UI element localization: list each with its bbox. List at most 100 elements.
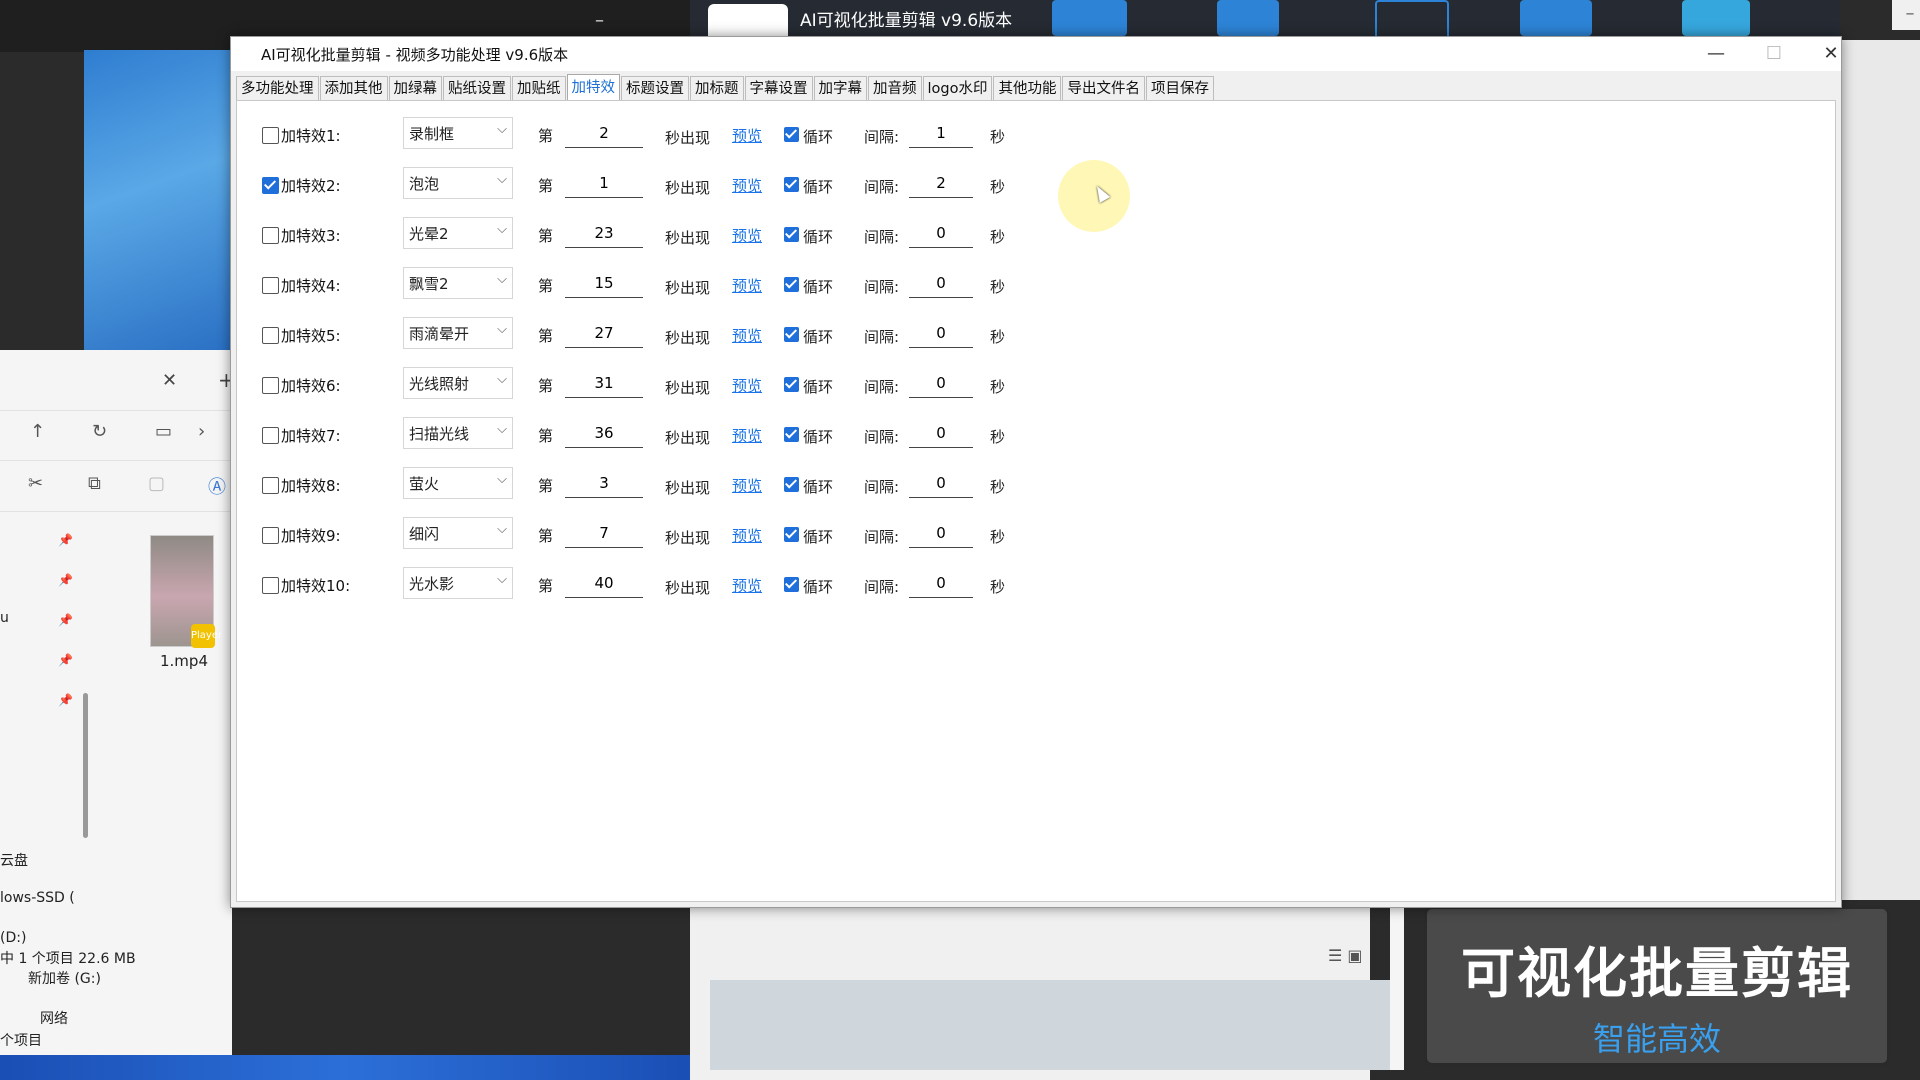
minimize-icon[interactable]: – [1892,0,1920,30]
preview-link[interactable]: 预览 [732,175,762,196]
effect-enable-checkbox[interactable] [262,577,279,594]
file-name[interactable]: 1.mp4 [160,652,208,670]
loop-checkbox[interactable] [784,127,799,142]
sidebar-item[interactable]: u [0,610,9,626]
server-icon[interactable] [1217,0,1279,36]
effect-enable-checkbox[interactable] [262,427,279,444]
effect-enable-checkbox[interactable] [262,377,279,394]
start-second-input[interactable] [565,569,643,598]
view-toggle-icon[interactable]: ☰ ▣ [1328,946,1363,965]
close-icon[interactable]: ✕ [1808,39,1854,69]
paste-icon[interactable]: ▢ [148,473,165,494]
preview-link[interactable]: 预览 [732,275,762,296]
loop-checkbox[interactable] [784,227,799,242]
chevron-right-icon[interactable]: › [198,421,205,442]
tab-8[interactable]: 字幕设置 [744,76,813,101]
tab-12[interactable]: 其他功能 [993,76,1062,101]
monitor-icon[interactable]: ▭ [155,421,172,442]
effect-select[interactable]: 细闪 ⌵ [403,517,513,549]
maximize-icon[interactable]: ☐ [1751,39,1797,69]
effect-select[interactable]: 萤火 ⌵ [403,467,513,499]
preview-link[interactable]: 预览 [732,425,762,446]
tab-4[interactable]: 加贴纸 [512,76,566,101]
loop-checkbox[interactable] [784,477,799,492]
start-second-input[interactable] [565,419,643,448]
effect-enable-checkbox[interactable] [262,327,279,344]
explorer-scrollbar[interactable] [83,693,88,838]
interval-input[interactable] [909,369,973,398]
effect-select[interactable]: 录制框 ⌵ [403,117,513,149]
tab-1[interactable]: 添加其他 [319,76,388,101]
effect-enable-checkbox[interactable] [262,177,279,194]
app-tab[interactable] [708,4,788,38]
interval-input[interactable] [909,269,973,298]
effect-select[interactable]: 光水影 ⌵ [403,567,513,599]
preview-link[interactable]: 预览 [732,125,762,146]
tab-0[interactable]: 多功能处理 [236,76,319,101]
tab-11[interactable]: logo水印 [922,76,993,101]
refresh-icon[interactable]: ↻ [92,421,107,442]
rename-icon[interactable]: Ⓐ [208,473,226,499]
preview-link[interactable]: 预览 [732,525,762,546]
game-icon[interactable] [1682,0,1750,36]
tab-13[interactable]: 导出文件名 [1062,76,1145,101]
start-second-input[interactable] [565,319,643,348]
minimize-icon[interactable]: — [1693,39,1739,69]
folder-icon[interactable] [1520,0,1592,36]
interval-input[interactable] [909,519,973,548]
tab-7[interactable]: 加标题 [690,76,744,101]
sidebar-item[interactable]: lows-SSD ( [0,890,75,906]
scrollbar[interactable] [1390,900,1404,1070]
sliders-icon[interactable] [1375,0,1449,40]
interval-input[interactable] [909,469,973,498]
tab-5[interactable]: 加特效 [566,74,620,102]
effect-select[interactable]: 光线照射 ⌵ [403,367,513,399]
tab-2[interactable]: 加绿幕 [388,76,442,101]
preview-link[interactable]: 预览 [732,575,762,596]
interval-input[interactable] [909,169,973,198]
clapper-icon[interactable] [1052,0,1127,36]
start-second-input[interactable] [565,119,643,148]
effect-enable-checkbox[interactable] [262,227,279,244]
effect-select[interactable]: 飘雪2 ⌵ [403,267,513,299]
effect-select[interactable]: 扫描光线 ⌵ [403,417,513,449]
sidebar-item[interactable]: 新加卷 (G:) [28,968,101,988]
start-second-input[interactable] [565,169,643,198]
sidebar-item-network[interactable]: 网络 [40,1008,68,1028]
start-second-input[interactable] [565,219,643,248]
loop-checkbox[interactable] [784,277,799,292]
tab-14[interactable]: 项目保存 [1145,76,1214,101]
effect-select[interactable]: 雨滴晕开 ⌵ [403,317,513,349]
interval-input[interactable] [909,219,973,248]
tab-3[interactable]: 贴纸设置 [443,76,511,101]
effect-enable-checkbox[interactable] [262,477,279,494]
close-tab-icon[interactable]: ✕ [162,370,177,391]
minimize-icon[interactable]: – [595,10,604,31]
sidebar-item[interactable]: 云盘 [0,850,28,870]
preview-link[interactable]: 预览 [732,475,762,496]
cut-icon[interactable]: ✂ [28,473,43,494]
effect-select[interactable]: 泡泡 ⌵ [403,167,513,199]
start-second-input[interactable] [565,269,643,298]
copy-icon[interactable]: ⧉ [88,473,101,494]
interval-input[interactable] [909,319,973,348]
loop-checkbox[interactable] [784,577,799,592]
effect-enable-checkbox[interactable] [262,277,279,294]
up-arrow-icon[interactable]: ↑ [30,421,45,442]
loop-checkbox[interactable] [784,377,799,392]
effect-enable-checkbox[interactable] [262,527,279,544]
start-second-input[interactable] [565,469,643,498]
video-thumbnail[interactable]: Player [150,535,222,648]
effect-enable-checkbox[interactable] [262,127,279,144]
effect-select[interactable]: 光晕2 ⌵ [403,217,513,249]
preview-link[interactable]: 预览 [732,225,762,246]
interval-input[interactable] [909,569,973,598]
loop-checkbox[interactable] [784,177,799,192]
sidebar-item[interactable]: (D:) [0,930,26,946]
loop-checkbox[interactable] [784,327,799,342]
start-second-input[interactable] [565,519,643,548]
preview-link[interactable]: 预览 [732,375,762,396]
loop-checkbox[interactable] [784,427,799,442]
interval-input[interactable] [909,419,973,448]
interval-input[interactable] [909,119,973,148]
